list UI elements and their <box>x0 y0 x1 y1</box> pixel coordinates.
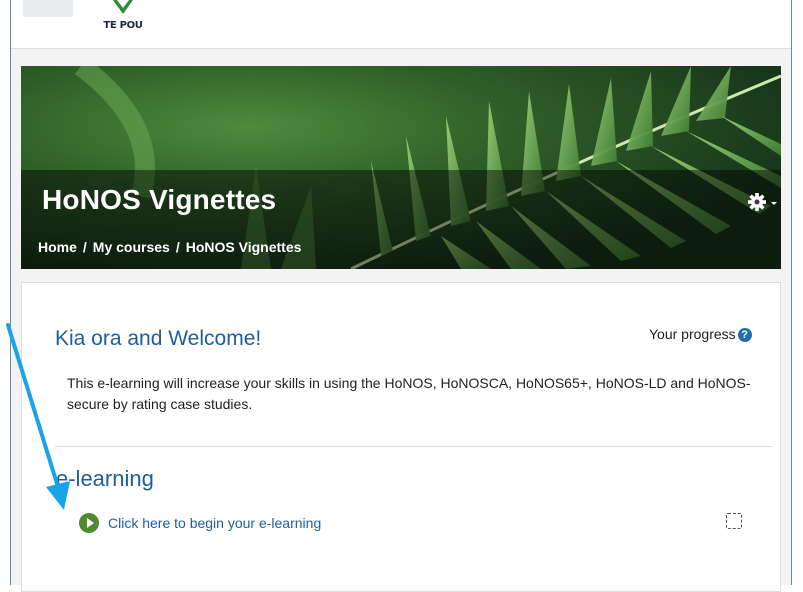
course-settings-menu[interactable] <box>746 190 780 214</box>
breadcrumb-current-course[interactable]: HoNOS Vignettes <box>186 239 302 255</box>
section-title[interactable]: e-learning <box>56 466 154 492</box>
section-divider <box>55 446 772 447</box>
logo-text: TE POU <box>103 20 143 31</box>
play-icon <box>79 513 99 533</box>
progress-indicator: Your progress? <box>649 326 752 343</box>
breadcrumb-separator: / <box>82 239 87 255</box>
course-header-banner: HoNOS Vignettes Home / My courses / HoNOS Vi… <box>21 66 781 269</box>
breadcrumb-my-courses[interactable]: My courses <box>93 239 170 255</box>
breadcrumb-separator: / <box>175 239 180 255</box>
course-summary-heading: Kia ora and Welcome! <box>55 327 262 350</box>
activity-link-item[interactable]: Click here to begin your e-learning <box>79 513 321 533</box>
top-navbar: TE POU <box>11 0 791 49</box>
course-description: This e-learning will increase your skill… <box>67 375 751 412</box>
gear-icon <box>748 193 777 211</box>
nav-drawer-toggle[interactable] <box>23 0 73 17</box>
page-frame: TE POU HoNOS Vignettes Home / My courses… <box>10 0 792 592</box>
logo-mark-icon <box>113 0 133 14</box>
completion-checkbox[interactable] <box>726 513 742 529</box>
chevron-down-icon <box>771 202 777 205</box>
activity-link[interactable]: Click here to begin your e-learning <box>108 515 321 531</box>
help-icon[interactable]: ? <box>737 328 752 343</box>
site-logo[interactable]: TE POU <box>101 0 145 40</box>
page-title: HoNOS Vignettes <box>42 184 277 215</box>
breadcrumb: Home / My courses / HoNOS Vignettes <box>38 239 301 255</box>
progress-label: Your progress <box>649 326 736 342</box>
breadcrumb-home[interactable]: Home <box>38 239 77 255</box>
course-content-card: Kia ora and Welcome! Your progress? This… <box>21 282 781 592</box>
